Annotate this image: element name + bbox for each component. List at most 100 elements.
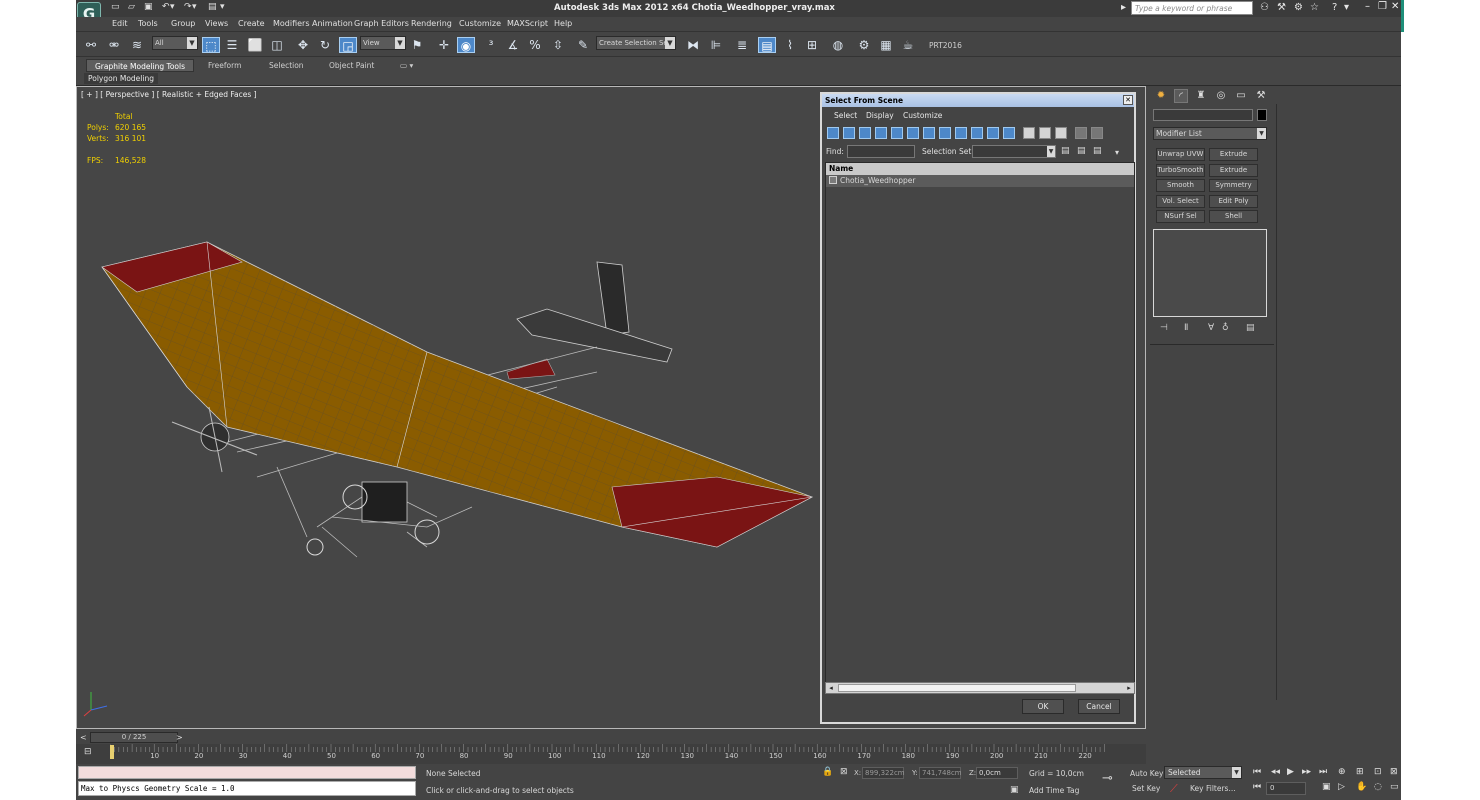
- absolute-mode-icon[interactable]: ⊠: [840, 767, 848, 777]
- named-selection-set-dropdown[interactable]: Create Selection Se ▼: [596, 36, 676, 50]
- schematic-view-icon[interactable]: ⊞: [803, 37, 821, 53]
- menu-graph-editors[interactable]: Graph Editors: [354, 19, 409, 28]
- symmetry-button[interactable]: Symmetry: [1209, 179, 1258, 192]
- mirror-icon[interactable]: ⧓: [684, 37, 702, 53]
- time-slider-prev-icon[interactable]: <: [80, 733, 87, 742]
- track-bar[interactable]: ⊟ 10 20 30 40 50 60 70 80 90 100 110 120 130 140 150 16…: [76, 744, 1146, 764]
- redo-dropdown-icon[interactable]: ▾: [192, 2, 197, 12]
- modify-tab-icon[interactable]: ◜: [1174, 89, 1188, 103]
- display-tab-icon[interactable]: ▭: [1234, 89, 1248, 103]
- filter-icon[interactable]: [1075, 127, 1087, 139]
- motion-tab-icon[interactable]: ◎: [1214, 89, 1228, 103]
- curve-editor-icon[interactable]: ⌇: [781, 37, 799, 53]
- ok-button[interactable]: OK: [1022, 699, 1064, 714]
- select-object-icon[interactable]: ⬚: [202, 37, 220, 53]
- snaps-toggle-icon[interactable]: ³: [482, 37, 500, 53]
- select-none-icon[interactable]: [1039, 127, 1051, 139]
- scroll-right-icon[interactable]: ▸: [1124, 683, 1134, 693]
- rectangular-selection-icon[interactable]: ⬜: [246, 37, 264, 53]
- configure-modifier-sets-icon[interactable]: ▤: [1246, 323, 1255, 333]
- help-icon[interactable]: ?: [1332, 2, 1337, 13]
- orbit-icon[interactable]: ◌: [1374, 782, 1382, 792]
- select-and-move-icon[interactable]: ✥: [294, 37, 312, 53]
- select-and-rotate-icon[interactable]: ↻: [316, 37, 334, 53]
- display-frozen-icon[interactable]: [987, 127, 999, 139]
- current-frame-field[interactable]: 0: [1266, 782, 1306, 795]
- communication-icon[interactable]: ⚙: [1294, 2, 1303, 13]
- tab-object-paint[interactable]: Object Paint: [321, 59, 382, 72]
- dialog-menu-select[interactable]: Select: [834, 111, 857, 120]
- display-bones-icon[interactable]: [955, 127, 967, 139]
- menu-create[interactable]: Create: [238, 19, 265, 28]
- show-end-result-icon[interactable]: Ⅱ: [1184, 323, 1188, 333]
- ribbon-panel-polygon-modeling[interactable]: Polygon Modeling: [84, 73, 158, 84]
- menu-help[interactable]: Help: [554, 19, 572, 28]
- time-slider[interactable]: 0 / 225: [90, 732, 178, 743]
- menu-group[interactable]: Group: [171, 19, 195, 28]
- display-groups-icon[interactable]: [923, 127, 935, 139]
- play-icon[interactable]: ▶: [1287, 767, 1294, 777]
- selection-filter-dropdown[interactable]: All ▼: [152, 36, 198, 50]
- object-color-swatch[interactable]: [1257, 109, 1267, 121]
- zoom-all-icon[interactable]: ⊞: [1356, 767, 1364, 777]
- turbosmooth-button[interactable]: TurboSmooth: [1156, 164, 1205, 177]
- selection-set-options-icon[interactable]: ▤: [1093, 146, 1102, 156]
- save-icon[interactable]: ▣: [144, 2, 153, 12]
- previous-frame-icon[interactable]: ◂◂: [1271, 767, 1280, 777]
- time-slider-next-icon[interactable]: >: [176, 733, 183, 742]
- tab-selection[interactable]: Selection: [261, 59, 312, 72]
- extrude-button[interactable]: Extrude: [1209, 148, 1258, 161]
- key-mode-dropdown[interactable]: Selected ▼: [1164, 766, 1242, 779]
- unlink-icon[interactable]: ⚮: [105, 37, 123, 53]
- display-geometry-icon[interactable]: [827, 127, 839, 139]
- render-setup-icon[interactable]: ⚙: [855, 37, 873, 53]
- tab-freeform[interactable]: Freeform: [200, 59, 249, 72]
- spinner-snap-icon[interactable]: ⇳: [549, 37, 567, 53]
- list-item[interactable]: Chotia_Weedhopper: [826, 175, 1134, 187]
- ribbon-options-icon[interactable]: ▭ ▾: [392, 59, 421, 72]
- menu-customize[interactable]: Customize: [459, 19, 501, 28]
- tab-graphite-modeling-tools[interactable]: Graphite Modeling Tools: [86, 59, 195, 72]
- undo-dropdown-icon[interactable]: ▾: [170, 2, 175, 12]
- time-tag-icon[interactable]: ▣: [1010, 785, 1019, 795]
- edit-named-selection-icon[interactable]: ✎: [574, 37, 592, 53]
- zoom-extents-all-icon[interactable]: ⊠: [1390, 767, 1398, 777]
- hierarchy-tab-icon[interactable]: ♜: [1194, 89, 1208, 103]
- open-file-icon[interactable]: ▱: [128, 2, 135, 12]
- lock-selection-icon[interactable]: 🔒: [822, 767, 833, 777]
- select-by-name-icon[interactable]: ☰: [223, 37, 241, 53]
- bind-space-warp-icon[interactable]: ≋: [128, 37, 146, 53]
- render-teapot-icon[interactable]: ☕: [899, 37, 917, 53]
- select-invert-icon[interactable]: [1055, 127, 1067, 139]
- edit-poly-button[interactable]: Edit Poly: [1209, 195, 1258, 208]
- menu-rendering[interactable]: Rendering: [411, 19, 452, 28]
- horizontal-scrollbar[interactable]: ◂ ▸: [825, 682, 1135, 694]
- window-crossing-icon[interactable]: ◫: [268, 37, 286, 53]
- field-of-view-icon[interactable]: ▷: [1338, 782, 1345, 792]
- unwrap-uvw-button[interactable]: Unwrap UVW: [1156, 148, 1205, 161]
- display-xrefs-icon[interactable]: [939, 127, 951, 139]
- z-coordinate-field[interactable]: 0,0cm: [976, 767, 1018, 779]
- go-to-end-icon[interactable]: ⏭: [1319, 767, 1327, 777]
- menu-modifiers[interactable]: Modifiers: [273, 19, 310, 28]
- display-shapes-icon[interactable]: [843, 127, 855, 139]
- sort-icon[interactable]: [1091, 127, 1103, 139]
- graphite-toggle-icon[interactable]: ▤: [758, 37, 776, 53]
- add-time-tag-button[interactable]: Add Time Tag: [1029, 786, 1079, 795]
- auto-key-button[interactable]: Auto Key: [1130, 769, 1163, 778]
- pivot-center-icon[interactable]: ⚑: [408, 37, 426, 53]
- vol-select-button[interactable]: Vol. Select: [1156, 195, 1205, 208]
- x-coordinate-field[interactable]: 899,322cm: [862, 767, 905, 779]
- restore-icon[interactable]: ❐: [1378, 1, 1387, 12]
- percent-snap-icon[interactable]: %: [526, 37, 544, 53]
- scroll-left-icon[interactable]: ◂: [826, 683, 836, 693]
- key-mode-toggle-icon[interactable]: ⏮: [1253, 782, 1261, 792]
- shell-button[interactable]: Shell: [1209, 210, 1258, 223]
- nsurf-sel-button[interactable]: NSurf Sel: [1156, 210, 1205, 223]
- modifier-stack[interactable]: [1153, 229, 1267, 317]
- selection-set-dropdown[interactable]: ▼: [972, 145, 1056, 158]
- cancel-button[interactable]: Cancel: [1078, 699, 1120, 714]
- dialog-menu-customize[interactable]: Customize: [903, 111, 942, 120]
- display-cameras-icon[interactable]: [875, 127, 887, 139]
- menu-maxscript[interactable]: MAXScript: [507, 19, 548, 28]
